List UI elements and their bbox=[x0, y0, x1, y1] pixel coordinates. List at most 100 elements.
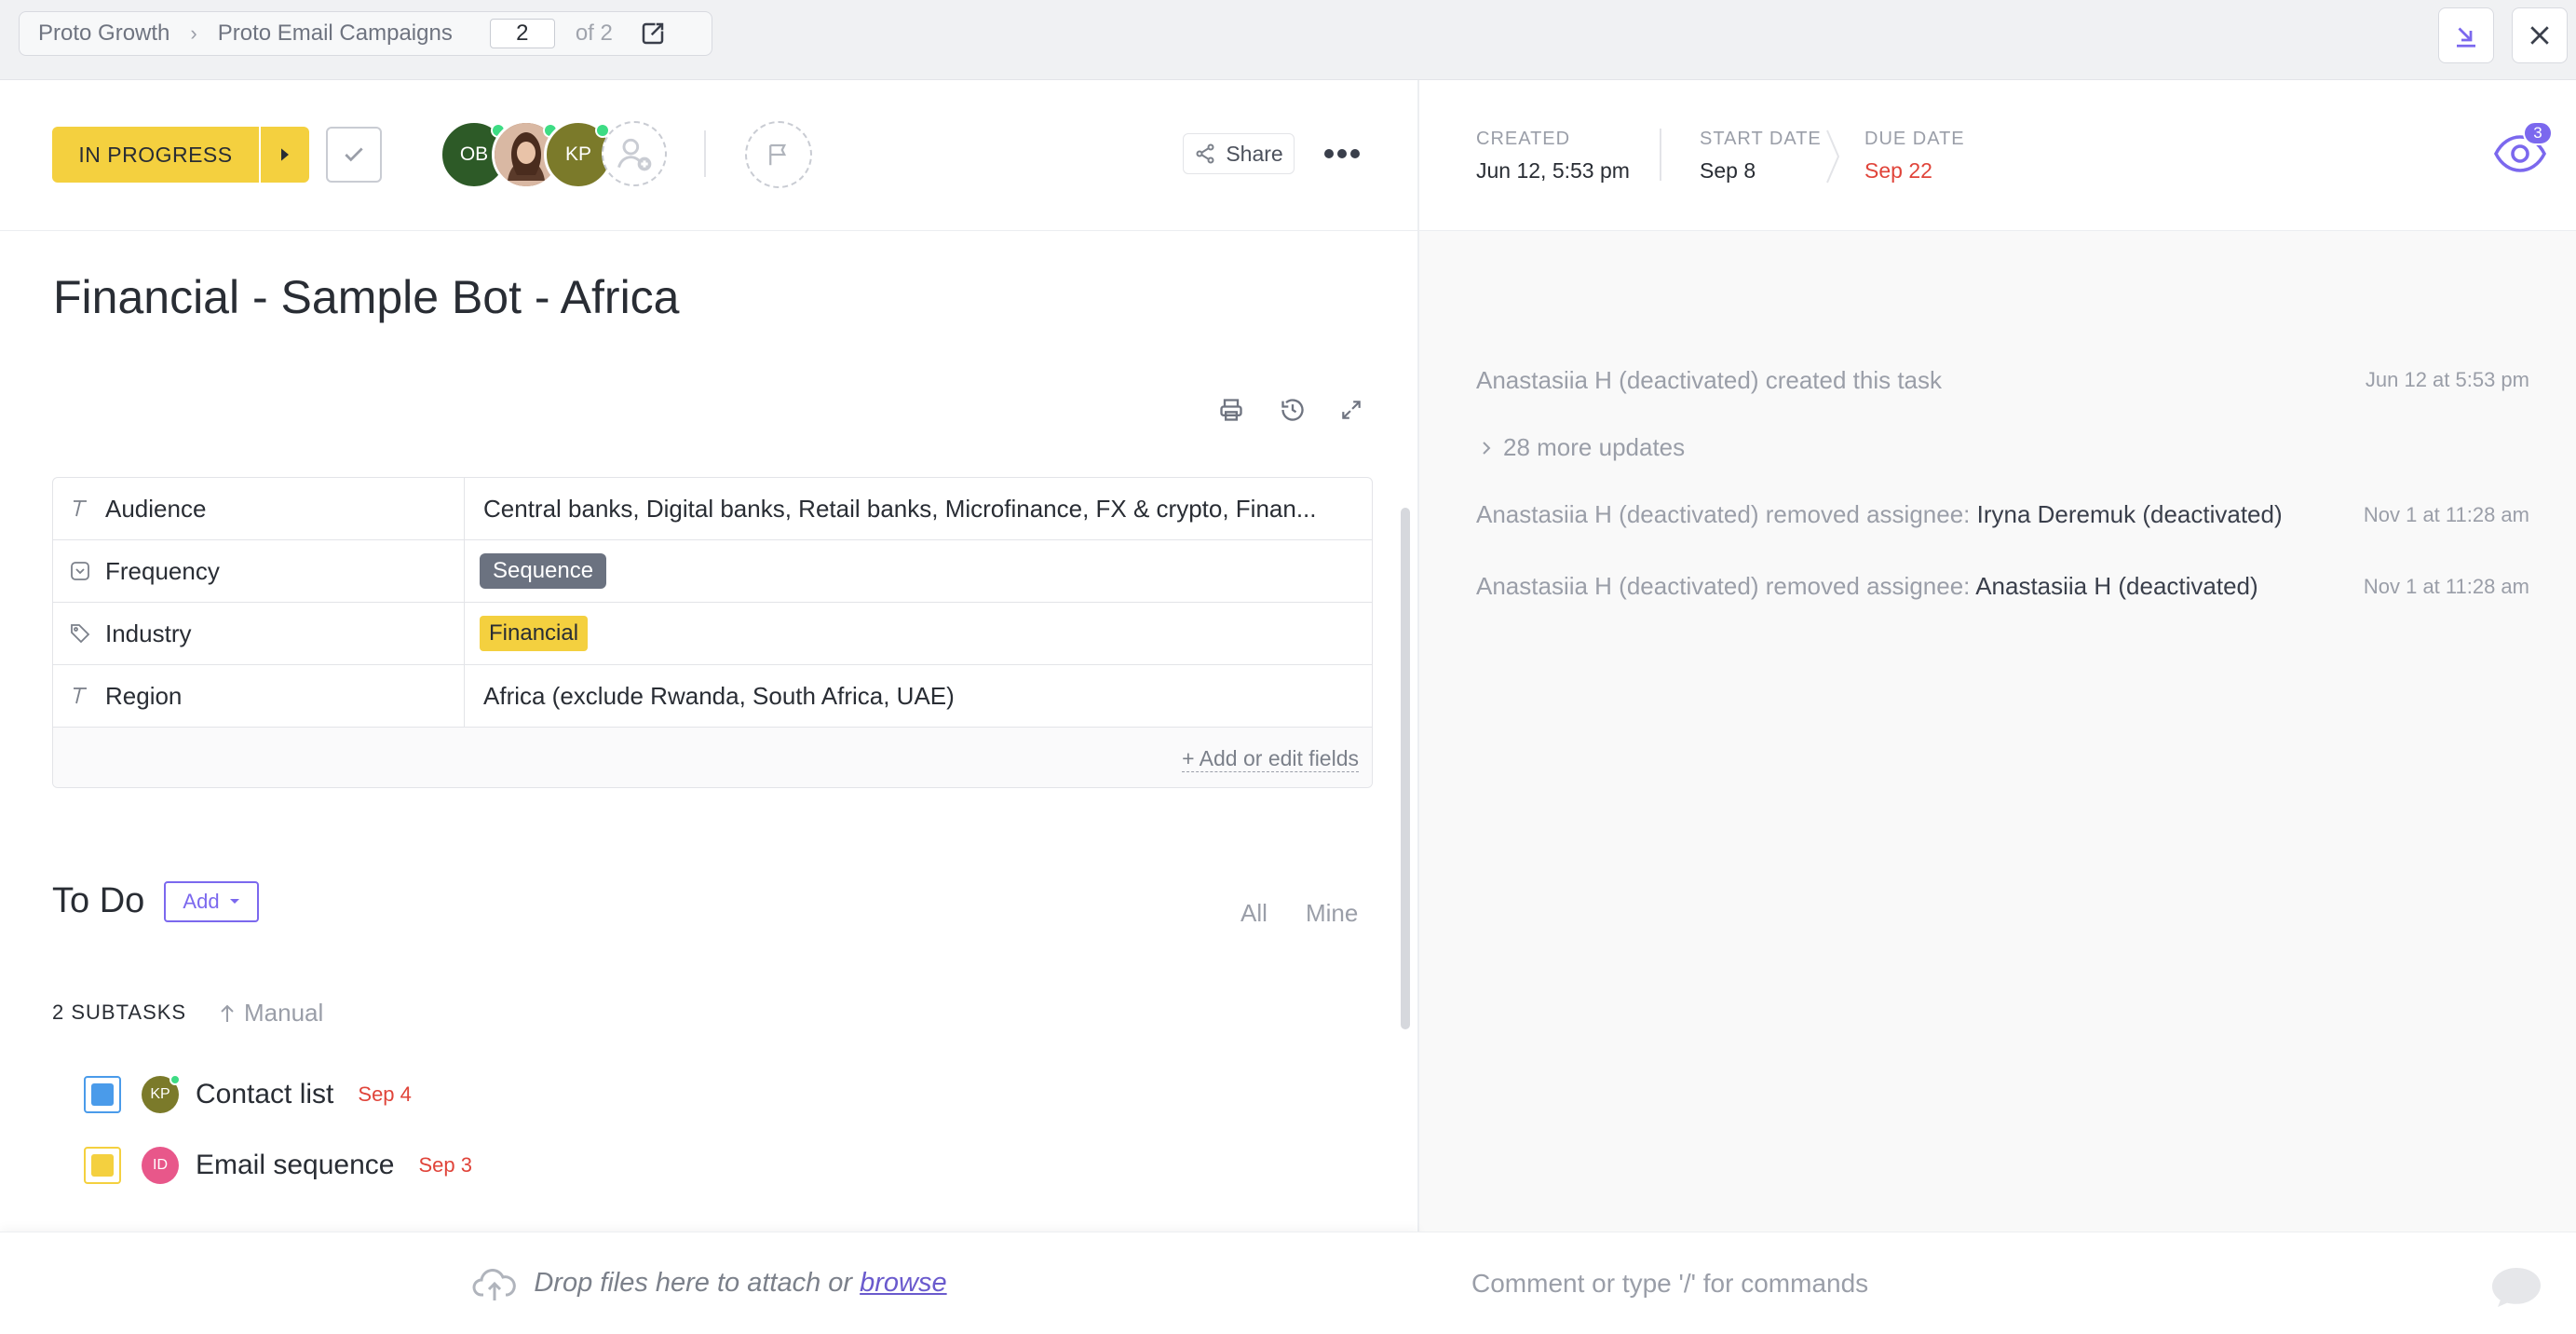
start-date-value[interactable]: Sep 8 bbox=[1700, 158, 1756, 184]
tag-icon bbox=[68, 621, 92, 646]
add-label: Add bbox=[183, 890, 220, 913]
due-date-label: DUE DATE bbox=[1864, 129, 1965, 149]
field-name: Industry bbox=[105, 619, 192, 647]
ellipsis-icon bbox=[1324, 149, 1360, 158]
avatar-initials: KP bbox=[564, 143, 591, 165]
breadcrumb: Proto Growth › Proto Email Campaigns 2 o… bbox=[19, 11, 712, 56]
print-button[interactable] bbox=[1213, 391, 1250, 429]
created-value: Jun 12, 5:53 pm bbox=[1476, 158, 1630, 183]
todo-heading: To Do bbox=[52, 881, 145, 920]
comment-input[interactable]: Comment or type '/' for commands bbox=[1419, 1232, 2576, 1334]
page-total: of 2 bbox=[575, 20, 613, 46]
expand-button[interactable] bbox=[1333, 391, 1370, 429]
field-row-industry: Industry Financial bbox=[53, 603, 1372, 665]
add-edit-fields-link[interactable]: + Add or edit fields bbox=[1182, 746, 1359, 772]
minimize-button[interactable] bbox=[2438, 7, 2494, 63]
browse-link[interactable]: browse bbox=[860, 1268, 947, 1298]
share-label: Share bbox=[1226, 141, 1283, 166]
subtasks-count: 2 SUBTASKS bbox=[52, 1000, 187, 1024]
more-options-button[interactable] bbox=[1317, 135, 1367, 172]
date-chevron-icon bbox=[1826, 129, 1840, 184]
field-name: Region bbox=[105, 681, 183, 710]
field-row-audience: Audience Central banks, Digital banks, R… bbox=[53, 478, 1372, 540]
subtask-due-date[interactable]: Sep 3 bbox=[418, 1153, 472, 1177]
due-date-value[interactable]: Sep 22 bbox=[1864, 158, 1932, 184]
more-updates-label: 28 more updates bbox=[1503, 433, 1686, 461]
custom-fields-table: Audience Central banks, Digital banks, R… bbox=[52, 477, 1373, 788]
activity-item: Anastasiia H (deactivated) removed assig… bbox=[1476, 500, 2283, 528]
print-icon bbox=[1220, 399, 1242, 421]
subtask-row[interactable]: KP Contact list Sep 4 bbox=[84, 1071, 412, 1118]
avatar-initials: OB bbox=[459, 143, 489, 165]
industry-chip[interactable]: Financial bbox=[480, 616, 589, 651]
expand-icon bbox=[1342, 401, 1361, 419]
chevron-right-icon bbox=[1483, 441, 1491, 455]
more-updates-toggle[interactable]: 28 more updates bbox=[1481, 433, 1685, 462]
breadcrumb-item-space[interactable]: Proto Growth bbox=[38, 20, 169, 47]
flag-icon bbox=[769, 143, 787, 166]
sort-label: Manual bbox=[244, 999, 324, 1027]
activity-header bbox=[1419, 80, 2576, 231]
subtask-due-date[interactable]: Sep 4 bbox=[358, 1082, 412, 1107]
created-label: CREATED bbox=[1476, 129, 1571, 149]
minimize-icon bbox=[2457, 27, 2475, 48]
subtask-name[interactable]: Email sequence bbox=[196, 1150, 394, 1181]
activity-created: Anastasiia H (deactivated) created this … bbox=[1476, 366, 1943, 394]
watchers-count-badge: 3 bbox=[2523, 121, 2553, 145]
subtask-status-checkbox[interactable] bbox=[84, 1076, 121, 1113]
activity-time: Nov 1 at 11:28 am bbox=[2363, 503, 2529, 526]
text-icon bbox=[68, 684, 92, 708]
priority-button[interactable] bbox=[745, 121, 812, 188]
online-indicator bbox=[169, 1074, 181, 1085]
subtask-name[interactable]: Contact list bbox=[196, 1079, 333, 1110]
complete-task-button[interactable] bbox=[326, 127, 382, 183]
meta-divider bbox=[1660, 129, 1661, 181]
field-value-industry[interactable]: Financial bbox=[465, 603, 1372, 664]
field-value-region[interactable]: Africa (exclude Rwanda, South Africa, UA… bbox=[465, 665, 1372, 727]
history-icon bbox=[1281, 399, 1304, 421]
field-value-audience[interactable]: Central banks, Digital banks, Retail ban… bbox=[465, 478, 1372, 539]
share-button[interactable]: Share bbox=[1183, 133, 1295, 174]
add-assignee-button[interactable] bbox=[602, 121, 667, 186]
drop-text: Drop files here to attach or bbox=[534, 1268, 853, 1298]
comment-bubble-icon[interactable] bbox=[2488, 1263, 2544, 1310]
caret-right-icon bbox=[281, 148, 289, 161]
file-drop-zone[interactable]: Drop files here to attach or browse bbox=[0, 1232, 1419, 1334]
activity-time: Jun 12 at 5:53 pm bbox=[2365, 368, 2529, 391]
field-row-frequency: Frequency Sequence bbox=[53, 540, 1372, 603]
check-icon bbox=[345, 147, 363, 162]
activity-pane bbox=[1419, 80, 2576, 1232]
field-value-frequency[interactable]: Sequence bbox=[465, 540, 1372, 602]
sort-manual-button[interactable]: Manual bbox=[220, 999, 323, 1028]
open-external-icon[interactable] bbox=[639, 20, 667, 48]
status-button[interactable]: IN PROGRESS bbox=[52, 127, 259, 183]
arrow-up-icon bbox=[221, 1004, 234, 1022]
activity-target[interactable]: Anastasiia H (deactivated) bbox=[1975, 572, 2257, 600]
history-button[interactable] bbox=[1274, 391, 1311, 429]
add-user-icon bbox=[617, 138, 652, 171]
start-date-label: START DATE bbox=[1700, 129, 1822, 149]
dropdown-icon bbox=[68, 559, 92, 583]
share-icon bbox=[1196, 143, 1214, 164]
subtask-status-checkbox[interactable] bbox=[84, 1147, 121, 1184]
add-subtask-dropdown[interactable]: Add bbox=[164, 881, 259, 922]
subtask-assignee-avatar[interactable]: ID bbox=[142, 1147, 179, 1184]
activity-time: Nov 1 at 11:28 am bbox=[2363, 575, 2529, 598]
chevron-right-icon: › bbox=[190, 21, 197, 45]
close-button[interactable] bbox=[2512, 7, 2568, 63]
task-title[interactable]: Financial - Sample Bot - Africa bbox=[53, 270, 680, 324]
field-row-region: Region Africa (exclude Rwanda, South Afr… bbox=[53, 665, 1372, 728]
frequency-chip[interactable]: Sequence bbox=[480, 553, 607, 589]
subtask-row[interactable]: ID Email sequence Sep 3 bbox=[84, 1142, 472, 1189]
filter-mine[interactable]: Mine bbox=[1306, 899, 1358, 928]
caret-down-icon bbox=[229, 899, 239, 904]
status-next-button[interactable] bbox=[261, 127, 309, 183]
page-number-input[interactable]: 2 bbox=[489, 19, 555, 48]
subtask-assignee-avatar[interactable]: KP bbox=[142, 1074, 181, 1113]
cloud-upload-icon bbox=[472, 1268, 517, 1300]
activity-item: Anastasiia H (deactivated) removed assig… bbox=[1476, 572, 2258, 600]
activity-target[interactable]: Iryna Deremuk (deactivated) bbox=[1977, 500, 2283, 528]
filter-all[interactable]: All bbox=[1241, 899, 1268, 928]
scrollbar[interactable] bbox=[1401, 508, 1410, 1029]
breadcrumb-item-list[interactable]: Proto Email Campaigns bbox=[218, 20, 453, 47]
